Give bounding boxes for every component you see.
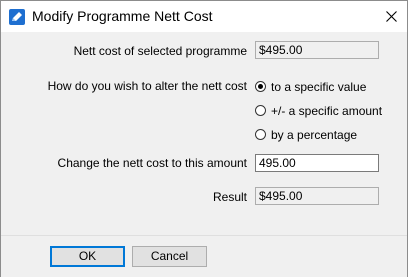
change-amount-input[interactable]: 495.00: [255, 154, 379, 172]
radio-button[interactable]: [255, 81, 266, 92]
change-amount-value: 495.00: [259, 156, 296, 170]
button-bar: OK Cancel: [1, 235, 407, 277]
radio-selected-dot: [258, 84, 263, 89]
result-field: $495.00: [255, 187, 379, 205]
radio-label: +/- a specific amount: [271, 104, 383, 118]
title-bar: Modify Programme Nett Cost: [1, 1, 407, 32]
alter-label: How do you wish to alter the nett cost: [47, 79, 247, 93]
pencil-icon: [9, 9, 25, 25]
window-title: Modify Programme Nett Cost: [32, 8, 213, 24]
result-label: Result: [212, 190, 247, 204]
radio-button[interactable]: [255, 129, 266, 140]
dialog-window: Modify Programme Nett Cost Nett cost of …: [0, 0, 408, 277]
radio-button[interactable]: [255, 105, 266, 116]
change-label: Change the nett cost to this amount: [57, 156, 247, 170]
radio-label: by a percentage: [271, 128, 358, 142]
nett-cost-value: $495.00: [259, 43, 303, 57]
result-value: $495.00: [259, 189, 303, 203]
close-button[interactable]: [377, 1, 407, 32]
nett-cost-field: $495.00: [255, 41, 379, 59]
nett-cost-label: Nett cost of selected programme: [73, 44, 247, 58]
radio-label: to a specific value: [271, 80, 367, 94]
ok-button[interactable]: OK: [50, 246, 125, 267]
cancel-button[interactable]: Cancel: [132, 246, 207, 267]
close-icon: [386, 11, 397, 22]
